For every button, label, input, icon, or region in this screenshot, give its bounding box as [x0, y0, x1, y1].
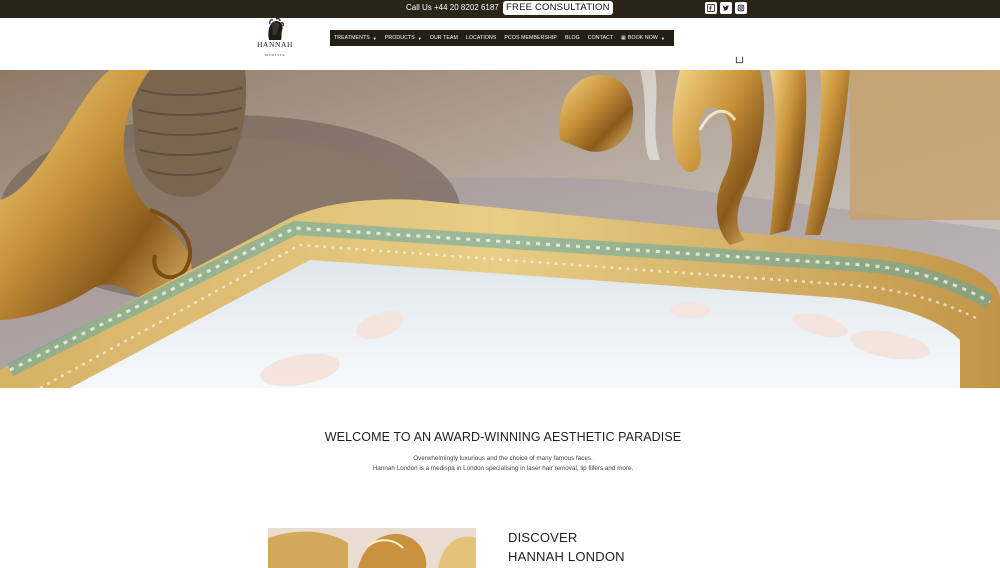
calendar-icon: ▦ — [621, 35, 626, 41]
nav-item-our-team[interactable]: OUR TEAM — [430, 35, 458, 41]
free-consultation-button[interactable]: FREE CONSULTATION — [503, 1, 613, 15]
nav-item-book-now[interactable]: ▦ BOOK NOW ▼ — [621, 35, 665, 41]
chevron-down-icon: ▼ — [372, 35, 377, 41]
cart-icon[interactable] — [735, 55, 744, 64]
discover-photo — [268, 528, 476, 568]
logo-face-icon — [268, 18, 284, 40]
site-header: HANNAH MEDISPA TREATMENTS ▼ PRODUCTS ▼ OUR… — [0, 18, 1000, 70]
phone-number[interactable]: Call Us +44 20 8202 6187 — [406, 3, 499, 12]
nav-label: CONTACT — [587, 35, 614, 41]
nav-label: TREATMENTS — [334, 35, 370, 41]
main-navigation: TREATMENTS ▼ PRODUCTS ▼ OUR TEAM LOCATIONS… — [330, 30, 674, 46]
nav-label: LOCATIONS — [465, 35, 497, 41]
nav-label: PRODUCTS — [384, 35, 415, 41]
discover-title-line1: DISCOVER — [508, 530, 578, 545]
twitter-icon[interactable] — [720, 2, 732, 14]
logo-subtext: MEDISPA — [264, 53, 286, 57]
facebook-icon[interactable] — [705, 2, 717, 14]
nav-item-contact[interactable]: CONTACT — [588, 35, 613, 41]
hero-basin-illustration — [0, 70, 1000, 388]
discover-image — [268, 528, 476, 568]
nav-item-pcos-membership[interactable]: PCOS MEMBERSHIP — [504, 35, 557, 41]
logo-text: HANNAH — [256, 40, 294, 49]
chevron-down-icon: ▼ — [417, 35, 422, 41]
hero-image — [0, 70, 1000, 388]
nav-label: BLOG — [564, 35, 580, 41]
nav-item-blog[interactable]: BLOG — [565, 35, 580, 41]
welcome-tagline: Overwhelmingly luxurious and the choice … — [413, 455, 593, 462]
nav-item-products[interactable]: PRODUCTS ▼ — [385, 35, 422, 41]
nav-item-treatments[interactable]: TREATMENTS ▼ — [334, 35, 377, 41]
instagram-icon[interactable] — [735, 2, 747, 14]
discover-title-line2: HANNAH LONDON — [508, 549, 625, 564]
welcome-description: Hannah London is a medispa in London spe… — [372, 465, 634, 472]
nav-label: PCOS MEMBERSHIP — [504, 35, 557, 41]
nav-label: BOOK NOW — [628, 35, 658, 41]
nav-label: OUR TEAM — [429, 35, 458, 41]
nav-item-locations[interactable]: LOCATIONS — [466, 35, 497, 41]
site-logo[interactable]: HANNAH MEDISPA — [256, 18, 294, 60]
chevron-down-icon: ▼ — [660, 35, 665, 41]
top-bar: Call Us +44 20 8202 6187 FREE CONSULTATI… — [0, 0, 1000, 18]
welcome-title: WELCOME TO AN AWARD-WINNING AESTHETIC PA… — [324, 430, 682, 444]
